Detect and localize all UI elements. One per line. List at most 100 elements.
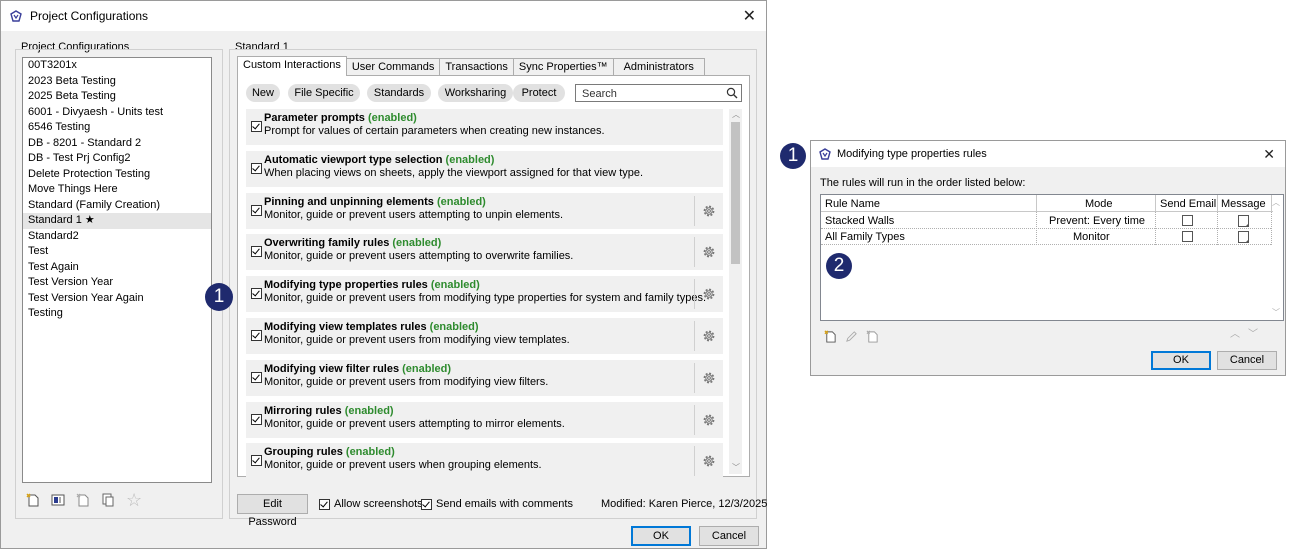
filter-worksharing-button[interactable]: Worksharing — [438, 84, 513, 102]
list-item[interactable]: Standard2 — [23, 229, 211, 245]
rule-enabled-checkbox[interactable] — [251, 455, 262, 467]
filter-new-button[interactable]: New — [246, 84, 280, 102]
row-divider — [821, 244, 1271, 245]
new-file-icon[interactable] — [26, 493, 40, 507]
scroll-up-icon[interactable]: ︿ — [732, 109, 740, 120]
rule-title: Modifying type properties rules (enabled… — [264, 279, 480, 291]
rules-intro-text: The rules will run in the order listed b… — [820, 177, 1026, 189]
rules-grid[interactable]: Rule Name Mode Send Email Message Stacke… — [820, 194, 1284, 321]
gear-icon[interactable] — [702, 245, 716, 259]
list-item[interactable]: 00T3201x — [23, 58, 211, 74]
list-item[interactable]: Test Version Year Again — [23, 291, 211, 307]
move-up-icon[interactable]: ︿ — [1230, 325, 1240, 340]
add-rule-icon[interactable] — [824, 330, 837, 343]
filter-file-specific-button[interactable]: File Specific — [288, 84, 360, 102]
list-item[interactable]: Testing — [23, 306, 211, 322]
search-field[interactable]: Search — [575, 84, 742, 102]
message-icon[interactable] — [1238, 231, 1249, 243]
tab-custom-interactions[interactable]: Custom Interactions — [237, 56, 347, 76]
list-item[interactable]: 2025 Beta Testing — [23, 89, 211, 105]
tab-user-commands[interactable]: User Commands — [345, 58, 441, 76]
cell-divider — [1271, 212, 1272, 245]
cancel-button[interactable]: Cancel — [699, 526, 759, 546]
ok-button[interactable]: OK — [631, 526, 691, 546]
ok-button[interactable]: OK — [1151, 351, 1211, 370]
search-icon[interactable] — [726, 87, 738, 99]
col-send-email[interactable]: Send Email — [1160, 198, 1216, 210]
list-item[interactable]: Move Things Here — [23, 182, 211, 198]
project-list[interactable]: 00T3201x 2023 Beta Testing 2025 Beta Testi… — [22, 57, 212, 483]
list-item[interactable]: 6001 - Divyaesh - Units test — [23, 105, 211, 121]
col-message[interactable]: Message — [1221, 198, 1266, 210]
tab-administrators[interactable]: Administrators — [612, 58, 705, 76]
rule-row[interactable]: Parameter prompts (enabled) Prompt for va… — [246, 109, 723, 145]
rename-icon[interactable] — [51, 493, 65, 507]
scroll-down-icon[interactable]: ﹀ — [732, 462, 740, 473]
list-item[interactable]: Standard (Family Creation) — [23, 198, 211, 214]
rule-enabled-checkbox[interactable] — [251, 121, 262, 132]
send-email-checkbox[interactable] — [1182, 231, 1193, 242]
cancel-button[interactable]: Cancel — [1217, 351, 1277, 370]
rule-enabled-checkbox[interactable] — [251, 204, 262, 216]
mode-cell[interactable]: Prevent: Every time — [1049, 215, 1145, 227]
edit-pencil-icon[interactable] — [845, 330, 858, 343]
grid-scroll-up-icon[interactable]: ︿ — [1272, 197, 1280, 208]
list-item[interactable]: 2023 Beta Testing — [23, 74, 211, 90]
filter-protect-button[interactable]: Protect — [513, 84, 565, 102]
rule-row[interactable]: Modifying type properties rules (enabled… — [246, 276, 723, 313]
gear-icon[interactable] — [702, 204, 716, 218]
rule-description: Prompt for values of certain parameters … — [264, 125, 605, 137]
list-item[interactable]: Delete Protection Testing — [23, 167, 211, 183]
move-down-icon[interactable]: ﹀ — [1248, 325, 1258, 340]
list-item[interactable]: Test — [23, 244, 211, 260]
rule-row[interactable]: Pinning and unpinning elements (enabled)… — [246, 192, 723, 229]
rule-enabled-checkbox[interactable] — [251, 330, 262, 341]
rule-row[interactable]: Overwriting family rules (enabled) Monito… — [246, 234, 723, 271]
list-item[interactable]: Test Again — [23, 260, 211, 276]
list-item[interactable]: Standard 1 ★ — [23, 213, 211, 229]
send-email-checkbox[interactable] — [1182, 215, 1193, 226]
col-mode[interactable]: Mode — [1085, 198, 1113, 210]
favorite-star-icon[interactable]: ☆ — [126, 491, 142, 509]
grid-scroll-down-icon[interactable]: ﹀ — [1272, 307, 1280, 318]
list-item[interactable]: DB - Test Prj Config2 — [23, 151, 211, 167]
rule-enabled-checkbox[interactable] — [251, 246, 262, 258]
duplicate-icon[interactable] — [101, 493, 115, 507]
rule-row[interactable]: Mirroring rules (enabled) Monitor, guide … — [246, 401, 723, 438]
close-icon[interactable]: ✕ — [1263, 146, 1275, 163]
gear-icon[interactable] — [702, 371, 716, 385]
col-rule-name[interactable]: Rule Name — [825, 198, 880, 210]
rule-row[interactable]: Modifying view filter rules (enabled) Mon… — [246, 359, 723, 396]
rule-enabled-checkbox[interactable] — [251, 162, 262, 174]
allow-screenshots-label: Allow screenshots — [334, 498, 423, 510]
gear-icon[interactable] — [702, 413, 716, 427]
copy-config-icon[interactable] — [76, 493, 90, 507]
tab-transactions[interactable]: Transactions — [439, 58, 514, 76]
gear-icon[interactable] — [702, 329, 716, 343]
rule-status: (enabled) — [344, 404, 394, 417]
allow-screenshots-checkbox[interactable] — [319, 499, 330, 510]
edit-password-button[interactable]: Edit Password — [237, 494, 308, 528]
rule-enabled-checkbox[interactable] — [251, 371, 262, 383]
send-emails-checkbox[interactable] — [421, 499, 432, 510]
rule-row[interactable]: Grouping rules (enabled) Monitor, guide o… — [246, 443, 723, 480]
tab-sync-properties[interactable]: Sync Properties™ — [512, 58, 614, 76]
gear-icon[interactable] — [702, 454, 716, 468]
mode-cell[interactable]: Monitor — [1073, 231, 1110, 243]
filter-standards-button[interactable]: Standards — [367, 84, 431, 102]
list-item[interactable]: DB - 8201 - Standard 2 — [23, 136, 211, 152]
copy-rule-icon[interactable] — [866, 330, 879, 343]
gear-divider — [694, 446, 695, 477]
search-input[interactable]: Search — [582, 88, 617, 100]
message-icon[interactable] — [1238, 215, 1249, 227]
rule-row[interactable]: Automatic viewport type selection (enabl… — [246, 150, 723, 187]
gear-icon[interactable] — [702, 287, 716, 301]
list-item[interactable]: 6546 Testing — [23, 120, 211, 136]
close-icon[interactable]: ✕ — [743, 6, 756, 26]
rules-scrollbar[interactable]: ︿ ﹀ — [729, 109, 742, 474]
list-item[interactable]: Test Version Year — [23, 275, 211, 291]
scroll-thumb[interactable] — [731, 122, 740, 264]
rule-enabled-checkbox[interactable] — [251, 413, 262, 425]
rule-enabled-checkbox[interactable] — [251, 288, 262, 300]
rule-row[interactable]: Modifying view templates rules (enabled)… — [246, 318, 723, 354]
